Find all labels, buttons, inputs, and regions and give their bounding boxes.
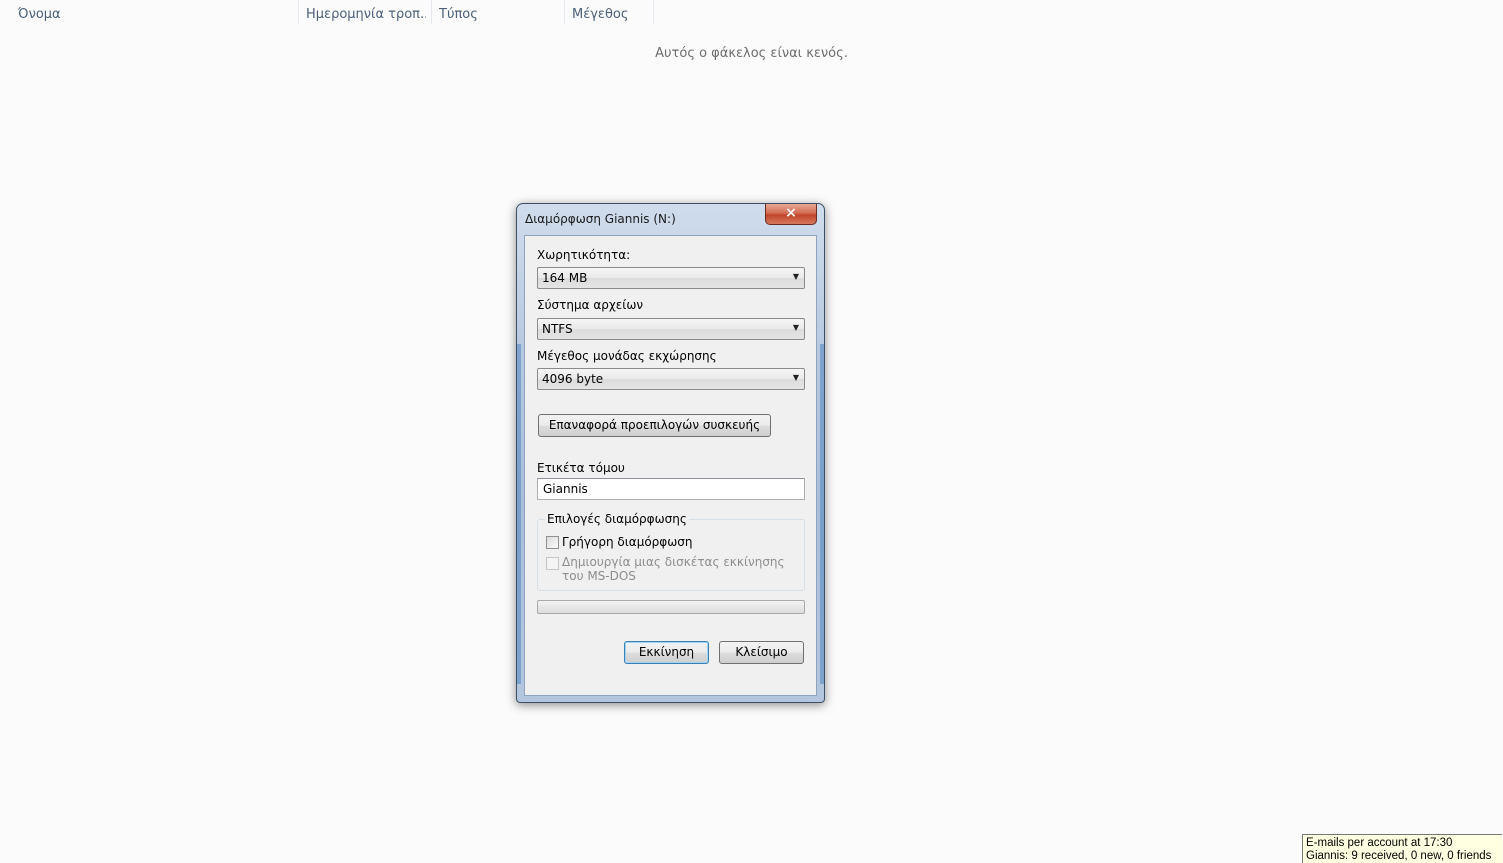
column-divider[interactable] bbox=[431, 0, 432, 24]
allocation-label: Μέγεθος μονάδας εκχώρησης bbox=[537, 349, 717, 363]
chevron-down-icon: ▼ bbox=[792, 373, 799, 382]
msdos-checkbox bbox=[546, 557, 559, 570]
dialog-client-area: Χωρητικότητα: 164 MB ▼ Σύστημα αρχείων N… bbox=[524, 235, 817, 696]
chevron-down-icon: ▼ bbox=[792, 323, 799, 332]
empty-folder-message: Αυτός ο φάκελος είναι κενός. bbox=[655, 46, 848, 61]
restore-defaults-button[interactable]: Επαναφορά προεπιλογών συσκευής bbox=[538, 414, 771, 437]
filesystem-value: NTFS bbox=[542, 322, 573, 336]
format-options-title: Επιλογές διαμόρφωσης bbox=[545, 512, 689, 526]
filesystem-select[interactable]: NTFS ▼ bbox=[537, 318, 805, 340]
column-divider[interactable] bbox=[564, 0, 565, 24]
volume-label-value: Giannis bbox=[543, 482, 588, 496]
dialog-title: Διαμόρφωση Giannis (N:) bbox=[525, 212, 676, 226]
format-dialog: Διαμόρφωση Giannis (N:) × Χωρητικότητα: … bbox=[516, 203, 825, 703]
column-name[interactable]: Όνομα bbox=[18, 0, 288, 28]
allocation-value: 4096 byte bbox=[542, 372, 604, 386]
volume-label-input[interactable]: Giannis bbox=[537, 478, 805, 500]
tooltip-line-2: Giannis: 9 received, 0 new, 0 friends bbox=[1306, 850, 1492, 862]
close-icon[interactable]: × bbox=[765, 204, 817, 225]
tooltip-line-1: E-mails per account at 17:30 bbox=[1306, 837, 1453, 849]
column-size[interactable]: Μέγεθος bbox=[572, 0, 652, 28]
column-type[interactable]: Τύπος bbox=[439, 0, 559, 28]
tray-tooltip: E-mails per account at 17:30 Giannis: 9 … bbox=[1302, 834, 1502, 863]
capacity-select[interactable]: 164 MB ▼ bbox=[537, 267, 805, 289]
filesystem-label: Σύστημα αρχείων bbox=[537, 298, 644, 312]
msdos-label: Δημιουργία μιας δισκέτας εκκίνησης του M… bbox=[562, 555, 785, 583]
quick-format-label[interactable]: Γρήγορη διαμόρφωση bbox=[562, 535, 692, 549]
quick-format-checkbox[interactable] bbox=[546, 536, 559, 549]
close-button[interactable]: Κλείσιμο bbox=[719, 641, 804, 664]
format-options-group: Επιλογές διαμόρφωσης Γρήγορη διαμόρφωση … bbox=[537, 512, 805, 591]
format-progress-bar bbox=[537, 600, 805, 614]
volume-label-label: Ετικέτα τόμου bbox=[537, 461, 625, 475]
allocation-select[interactable]: 4096 byte ▼ bbox=[537, 368, 805, 390]
column-divider[interactable] bbox=[298, 0, 299, 24]
column-divider[interactable] bbox=[653, 0, 654, 24]
column-date-modified[interactable]: Ημερομηνία τροπ... bbox=[306, 0, 426, 28]
start-button[interactable]: Εκκίνηση bbox=[624, 641, 709, 664]
column-header: ^ Όνομα Ημερομηνία τροπ... Τύπος Μέγεθος bbox=[0, 0, 660, 28]
chevron-down-icon: ▼ bbox=[792, 272, 799, 281]
capacity-label: Χωρητικότητα: bbox=[537, 248, 631, 262]
capacity-value: 164 MB bbox=[542, 271, 588, 285]
